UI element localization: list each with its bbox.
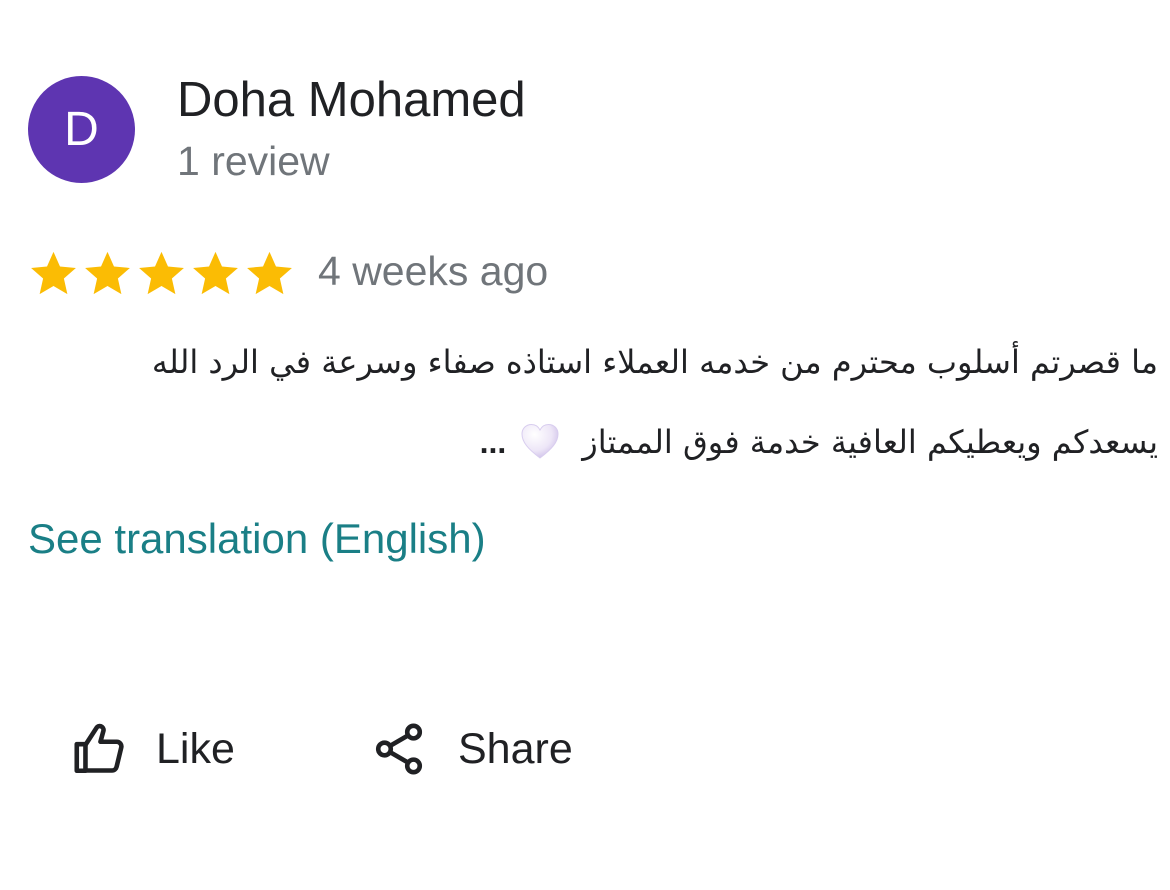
review-text: ما قصرتم أسلوب محترم من خدمه العملاء است… bbox=[24, 322, 1158, 482]
avatar[interactable]: D bbox=[28, 76, 135, 183]
share-button[interactable]: Share bbox=[370, 716, 573, 782]
star-icon bbox=[193, 251, 238, 294]
star-icon bbox=[85, 251, 130, 294]
author-name[interactable]: Doha Mohamed bbox=[177, 72, 526, 128]
like-button[interactable]: Like bbox=[70, 716, 235, 782]
white-heart-icon bbox=[521, 423, 559, 459]
review-card: D Doha Mohamed 1 review 4 weeks ago ما ق… bbox=[0, 0, 1170, 890]
star-rating bbox=[28, 246, 295, 300]
thumbs-up-icon bbox=[74, 723, 124, 774]
share-icon bbox=[375, 723, 423, 775]
review-text-segment: يسعدكم ويعطيكم العافية خدمة فوق الممتاز bbox=[582, 423, 1158, 461]
review-text-line: يسعدكم ويعطيكم العافية خدمة فوق الممتاز … bbox=[24, 402, 1158, 482]
star-icon bbox=[139, 251, 184, 294]
share-label: Share bbox=[458, 724, 573, 773]
review-text-line: ما قصرتم أسلوب محترم من خدمه العملاء است… bbox=[151, 343, 1158, 381]
avatar-initial: D bbox=[64, 103, 99, 156]
star-icon bbox=[247, 251, 292, 294]
review-count[interactable]: 1 review bbox=[177, 138, 330, 185]
read-more-ellipsis[interactable]: ... bbox=[480, 402, 507, 482]
like-label: Like bbox=[156, 724, 235, 773]
star-icon bbox=[31, 251, 76, 294]
see-translation-link[interactable]: See translation (English) bbox=[28, 515, 486, 563]
review-date: 4 weeks ago bbox=[318, 248, 549, 294]
